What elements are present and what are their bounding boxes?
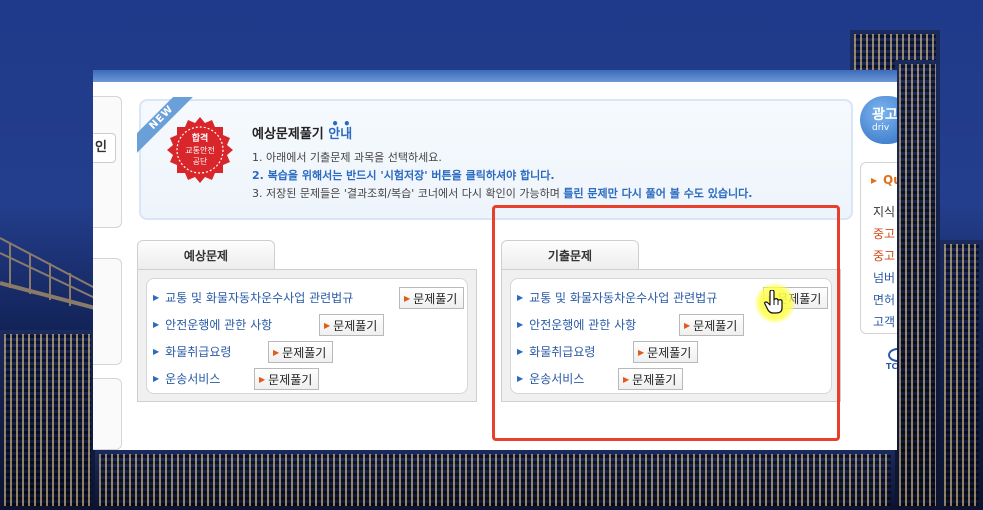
- intro-line-3-text: 3. 저장된 문제들은 '결과조회/복습' 코너에서 다시 확인이 가능하며: [252, 187, 564, 200]
- page-top-bar: [93, 70, 897, 82]
- arrow-right-icon: ▶: [324, 320, 331, 330]
- hand-cursor-icon: [764, 290, 783, 314]
- quick-menu-header: Qu: [871, 173, 897, 187]
- list-item: ▶ 화물취급요령: [153, 340, 231, 362]
- quick-menu-item[interactable]: 넘버: [873, 269, 895, 286]
- subject-label[interactable]: 운송서비스: [165, 370, 220, 387]
- list-item: ▶ 운송서비스: [153, 367, 220, 389]
- background-building: [895, 60, 940, 510]
- seal-line-3: 공단: [193, 156, 208, 166]
- left-sidebar-box: [93, 258, 122, 365]
- quick-menu-item[interactable]: 고객: [873, 313, 895, 330]
- title-dots-icon: ••: [331, 117, 355, 131]
- quick-menu: Qu 지식 중고 중고 넘버 면허 고객: [860, 162, 897, 334]
- seal-line-1: 합격: [192, 132, 209, 144]
- ts-logo-icon: TC: [886, 348, 897, 371]
- intro-line-1: 1. 아래에서 기출문제 과목을 선택하세요.: [252, 151, 442, 164]
- quick-menu-item[interactable]: 중고: [873, 247, 895, 264]
- left-sidebar-box: 인: [93, 96, 122, 228]
- list-item: ▶ 안전운행에 관한 사항: [153, 313, 272, 335]
- solve-button[interactable]: ▶문제풀기: [254, 368, 320, 390]
- subject-label[interactable]: 화물취급요령: [165, 343, 231, 360]
- logo-mark: [888, 348, 897, 362]
- arrow-right-icon: ▶: [404, 293, 411, 303]
- seal-line-2: 교통안전: [185, 145, 214, 155]
- arrow-right-icon: ▶: [273, 347, 280, 357]
- intro-box: NEW 합격 교통안전 공단 예상문제풀기 •• 안내 1. 아래에서 기출문제 …: [137, 97, 853, 220]
- quick-menu-item[interactable]: 지식: [873, 203, 895, 220]
- bullet-triangle-icon: ▶: [153, 319, 160, 329]
- list-item: ▶ 교통 및 화물자동차운수사업 관련법규: [153, 286, 353, 308]
- solve-button[interactable]: ▶문제풀기: [399, 287, 465, 309]
- logo-text: TC: [886, 362, 897, 371]
- left-sidebar-fragment: 인: [93, 96, 122, 450]
- subject-label[interactable]: 안전운행에 관한 사항: [165, 316, 272, 333]
- intro-title-main: 예상문제풀기: [252, 127, 329, 142]
- panel-body: ▶교통 및 화물자동차운수사업 관련법규 ▶문제풀기 ▶안전운행에 관한 사항 …: [137, 269, 477, 402]
- intro-title: 예상문제풀기 •• 안내: [252, 117, 352, 142]
- solve-button-label: 문제풀기: [268, 372, 313, 387]
- background-building: [940, 240, 983, 510]
- background-bridge: [0, 237, 95, 310]
- background-building: [0, 330, 95, 510]
- highlight-annotation-box: [492, 205, 840, 441]
- arrow-right-icon: ▶: [259, 374, 266, 384]
- left-login-button[interactable]: 인: [93, 133, 116, 163]
- bullet-triangle-icon: ▶: [153, 373, 160, 383]
- left-sidebar-box: [93, 378, 122, 450]
- pass-seal-icon: 합격 교통안전 공단: [167, 117, 233, 183]
- bullet-triangle-icon: ▶: [153, 346, 160, 356]
- solve-button-label: 문제풀기: [413, 291, 458, 306]
- quick-menu-item[interactable]: 중고: [873, 225, 895, 242]
- ad-banner-subtext: driv: [872, 123, 890, 133]
- solve-button[interactable]: ▶문제풀기: [268, 341, 334, 363]
- solve-button[interactable]: ▶문제풀기: [319, 314, 385, 336]
- intro-line-3-emphasis: 틀린 문제만 다시 풀어 볼 수도 있습니다.: [563, 187, 753, 200]
- intro-line-3: 3. 저장된 문제들은 '결과조회/복습' 코너에서 다시 확인이 가능하며 틀…: [252, 185, 752, 201]
- subject-label[interactable]: 교통 및 화물자동차운수사업 관련법규: [165, 289, 353, 306]
- solve-button-label: 문제풀기: [282, 345, 327, 360]
- bullet-triangle-icon: ▶: [153, 292, 160, 302]
- subject-list: ▶교통 및 화물자동차운수사업 관련법규 ▶문제풀기 ▶안전운행에 관한 사항 …: [146, 278, 468, 394]
- expected-questions-panel: 예상문제 ▶ 교통 및 화물자동차운수사업 관련법규 ▶ 문제풀기 ▶ 안전운행에 관…: [137, 240, 477, 402]
- ad-banner-text: 광고: [872, 107, 897, 123]
- right-sidebar-fragment: 광고driv Qu 지식 중고 중고 넘버 면허 고객 TC: [860, 96, 897, 426]
- ad-banner[interactable]: 광고 driv: [860, 96, 897, 144]
- tab-expected-questions[interactable]: 예상문제: [137, 240, 275, 271]
- background-building: [95, 450, 895, 510]
- solve-button-label: 문제풀기: [333, 318, 378, 333]
- intro-line-2: 2. 복습을 위해서는 반드시 '시험저장' 버튼을 클릭하셔야 합니다.: [252, 169, 555, 182]
- quick-menu-item[interactable]: 면허: [873, 291, 895, 308]
